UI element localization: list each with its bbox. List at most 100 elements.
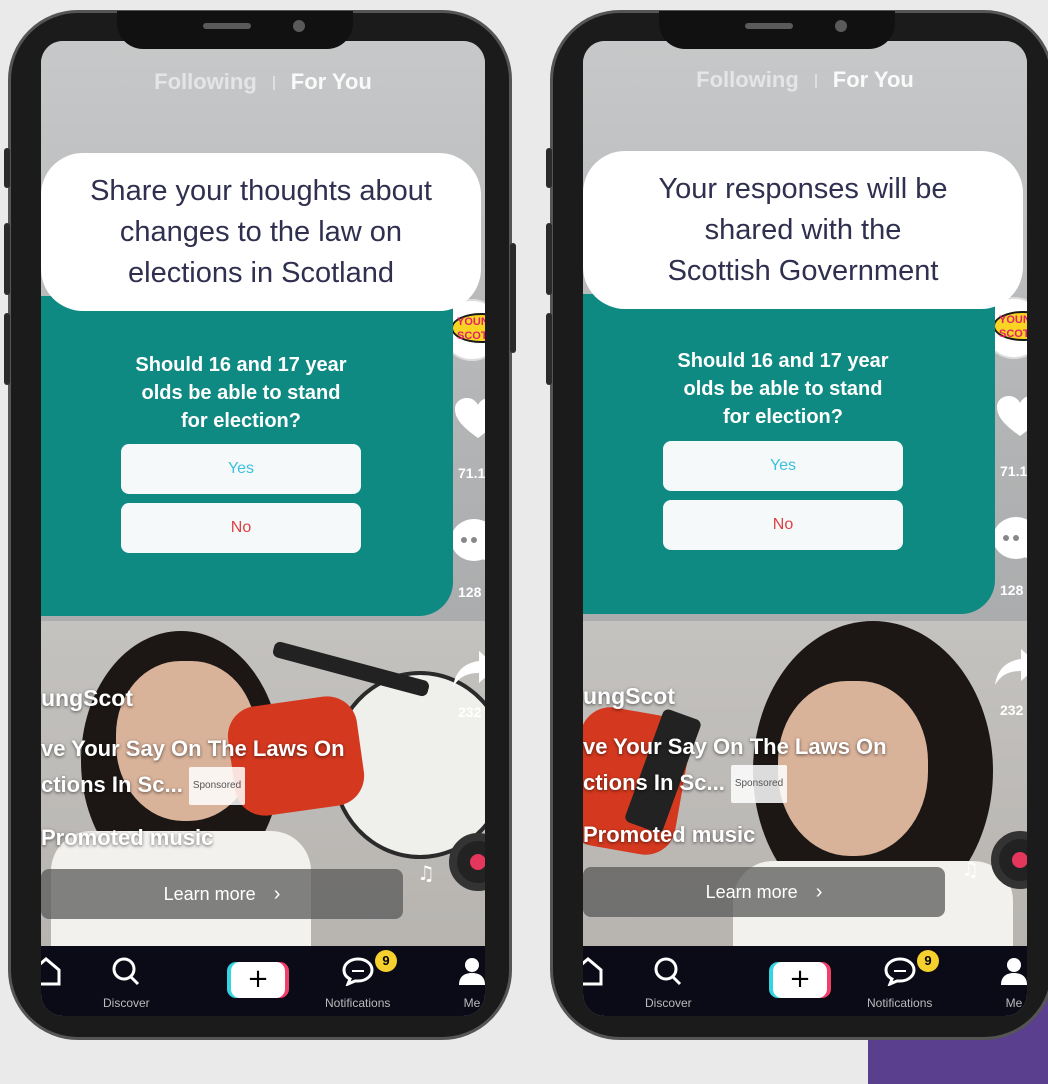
poll-question-line-1: Should 16 and 17 year [677,350,889,372]
phone-notch [117,11,353,49]
nav-discover[interactable]: Discover [645,956,692,1010]
comment-count: 128 [458,584,482,600]
phone-left: Following For You Share your thoughts abo… [4,10,516,1040]
create-button[interactable]: + [773,962,827,998]
video-description-text: ctions In Sc... [583,770,725,795]
phone-power-button [510,243,516,353]
nav-me-label: Me [1005,996,1023,1010]
phone-volume-up [4,223,10,295]
nav-discover-label: Discover [645,996,692,1010]
video-description-line-1: ve Your Say On The Laws On [41,736,345,761]
prompt-bubble: Your responses will be shared with the S… [583,151,1023,309]
profile-icon [1001,958,1027,985]
young-scot-logo: YOUNG SCOT [451,313,485,343]
prompt-line-1: Your responses will be [658,172,948,205]
phone-right: Following For You Your responses will be … [546,10,1048,1040]
comment-count: 128 [1000,582,1024,598]
poll-question-line-3: for election? [722,406,843,428]
notification-badge: 9 [375,950,397,972]
prompt-bubble: Share your thoughts about changes to the… [41,153,481,311]
nav-notifications[interactable]: Notifications 9 [325,950,397,1010]
promoted-music[interactable]: Promoted music [41,825,213,851]
share-count: 232 [458,704,482,720]
nav-me-label: Me [463,996,481,1010]
share-icon[interactable] [993,647,1027,687]
tab-for-you[interactable]: For You [291,69,372,94]
tab-separator [272,76,275,91]
young-scot-logo: YOUNG SCOT [993,311,1027,341]
heart-icon[interactable] [453,396,485,440]
phone-volume-down [546,313,552,385]
feed-tabs: Following For You [583,67,1027,93]
poll-option-no[interactable]: No [663,500,903,550]
poll-question-line-1: Should 16 and 17 year [135,354,347,376]
chevron-right-icon: › [273,883,281,905]
like-count: 71.1 [458,465,485,481]
bottom-nav: Discover + Notifications 9 Me [41,946,485,1016]
promoted-music[interactable]: Promoted music [583,822,755,848]
chat-icon [884,957,916,987]
plus-icon: + [789,964,811,994]
heart-icon[interactable] [995,394,1027,438]
nav-me[interactable]: Me [455,956,485,1010]
tab-separator [814,74,817,89]
creator-username[interactable]: ungScot [41,685,133,712]
phone-screen: Following For You Your responses will be … [583,41,1027,1016]
tab-for-you[interactable]: For You [833,67,914,92]
nav-notifications[interactable]: Notifications 9 [867,950,939,1010]
nav-me[interactable]: Me [997,956,1027,1010]
phone-volume-down [4,313,10,385]
poll-question-line-3: for election? [180,410,301,432]
tab-following[interactable]: Following [696,67,799,92]
poll-question: Should 16 and 17 year olds be able to st… [583,347,983,431]
create-button[interactable]: + [231,962,285,998]
share-icon[interactable] [451,649,485,689]
like-count: 71.1 [1000,463,1027,479]
sponsored-badge: Sponsored [188,767,246,806]
nav-notifications-label: Notifications [867,996,933,1010]
prompt-line-2: shared with the [704,213,902,246]
phone-silent-switch [546,148,552,188]
tab-following[interactable]: Following [154,69,257,94]
learn-more-label: Learn more [163,884,256,904]
home-icon [41,957,61,986]
prompt-line-1: Share your thoughts about [90,174,432,207]
sponsored-badge: Sponsored [730,765,788,804]
phone-volume-up [546,223,552,295]
plus-icon: + [247,964,269,994]
poll-option-yes[interactable]: Yes [663,441,903,491]
learn-more-button[interactable]: Learn more › [41,869,403,919]
phone-silent-switch [4,148,10,188]
nav-discover[interactable]: Discover [103,956,150,1010]
profile-icon [459,958,485,985]
phone-screen: Following For You Share your thoughts abo… [41,41,485,1016]
search-icon [112,957,140,986]
nav-discover-label: Discover [103,996,150,1010]
chat-icon [342,957,374,987]
home-icon [583,957,603,986]
poll-option-no[interactable]: No [121,503,361,553]
search-icon [654,957,682,986]
share-count: 232 [1000,702,1024,718]
music-note-icon: ♫ [417,861,435,885]
feed-tabs: Following For You [41,69,485,95]
nav-home[interactable] [583,956,605,990]
prompt-line-2: changes to the law on [119,215,403,248]
learn-more-button[interactable]: Learn more › [583,867,945,917]
poll-question-line-2: olds be able to stand [683,378,883,400]
phone-notch [659,11,895,49]
notification-badge: 9 [917,950,939,972]
music-note-icon: ♫ [961,857,979,881]
creator-username[interactable]: ungScot [583,683,675,710]
video-description-line-2: ctions In Sc... Sponsored [583,765,788,804]
chevron-right-icon: › [815,881,823,903]
nav-home[interactable] [41,956,63,990]
learn-more-label: Learn more [705,882,798,902]
video-description-line-1: ve Your Say On The Laws On [583,734,887,759]
poll-question: Should 16 and 17 year olds be able to st… [41,351,441,435]
bottom-nav: Discover + Notifications 9 Me [583,946,1027,1016]
prompt-line-3: elections in Scotland [128,256,394,289]
video-description-text: ctions In Sc... [41,772,183,797]
poll-question-line-2: olds be able to stand [141,382,341,404]
poll-option-yes[interactable]: Yes [121,444,361,494]
